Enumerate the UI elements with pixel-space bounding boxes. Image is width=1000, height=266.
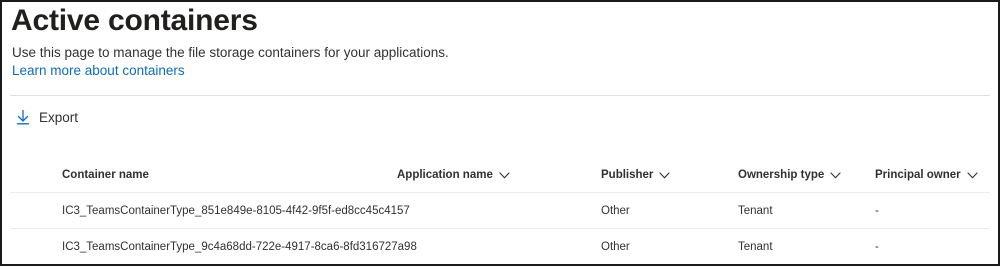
table-row[interactable]: IC3_TeamsContainerType_9c4a68dd-722e-491… bbox=[10, 229, 990, 264]
column-header-container-name[interactable]: Container name bbox=[62, 157, 149, 193]
column-header-label: Container name bbox=[62, 169, 149, 181]
page-frame: Active containers Use this page to manag… bbox=[0, 0, 1000, 266]
divider bbox=[10, 95, 990, 96]
publisher-cell: Other bbox=[601, 241, 630, 253]
column-header-label: Application name bbox=[397, 169, 493, 181]
column-header-application-name[interactable]: Application name bbox=[397, 157, 510, 193]
download-icon bbox=[16, 109, 30, 125]
column-header-label: Ownership type bbox=[738, 169, 825, 181]
column-header-publisher[interactable]: Publisher bbox=[601, 157, 670, 193]
column-header-label: Publisher bbox=[601, 169, 654, 181]
column-header-principal-owner[interactable]: Principal owner bbox=[875, 157, 978, 193]
ownership-type-cell: Tenant bbox=[738, 241, 773, 253]
publisher-cell: Other bbox=[601, 205, 630, 217]
page-title: Active containers bbox=[11, 4, 258, 37]
column-header-ownership-type[interactable]: Ownership type bbox=[738, 157, 841, 193]
export-button[interactable]: Export bbox=[16, 106, 78, 128]
table-row[interactable]: IC3_TeamsContainerType_851e849e-8105-4f4… bbox=[10, 193, 990, 229]
chevron-down-icon bbox=[659, 171, 670, 179]
container-name-cell[interactable]: IC3_TeamsContainerType_851e849e-8105-4f4… bbox=[62, 193, 410, 229]
learn-more-link[interactable]: Learn more about containers bbox=[12, 63, 185, 78]
table-header: Container name Application name Publishe… bbox=[10, 157, 990, 193]
ownership-type-cell: Tenant bbox=[738, 205, 773, 217]
export-label: Export bbox=[39, 109, 79, 125]
page-description: Use this page to manage the file storage… bbox=[12, 45, 449, 60]
chevron-down-icon bbox=[830, 171, 841, 179]
principal-owner-cell: - bbox=[875, 205, 879, 217]
column-header-label: Principal owner bbox=[875, 169, 961, 181]
chevron-down-icon bbox=[499, 171, 510, 179]
container-name-cell[interactable]: IC3_TeamsContainerType_9c4a68dd-722e-491… bbox=[62, 229, 417, 264]
principal-owner-cell: - bbox=[875, 241, 879, 253]
chevron-down-icon bbox=[967, 171, 978, 179]
